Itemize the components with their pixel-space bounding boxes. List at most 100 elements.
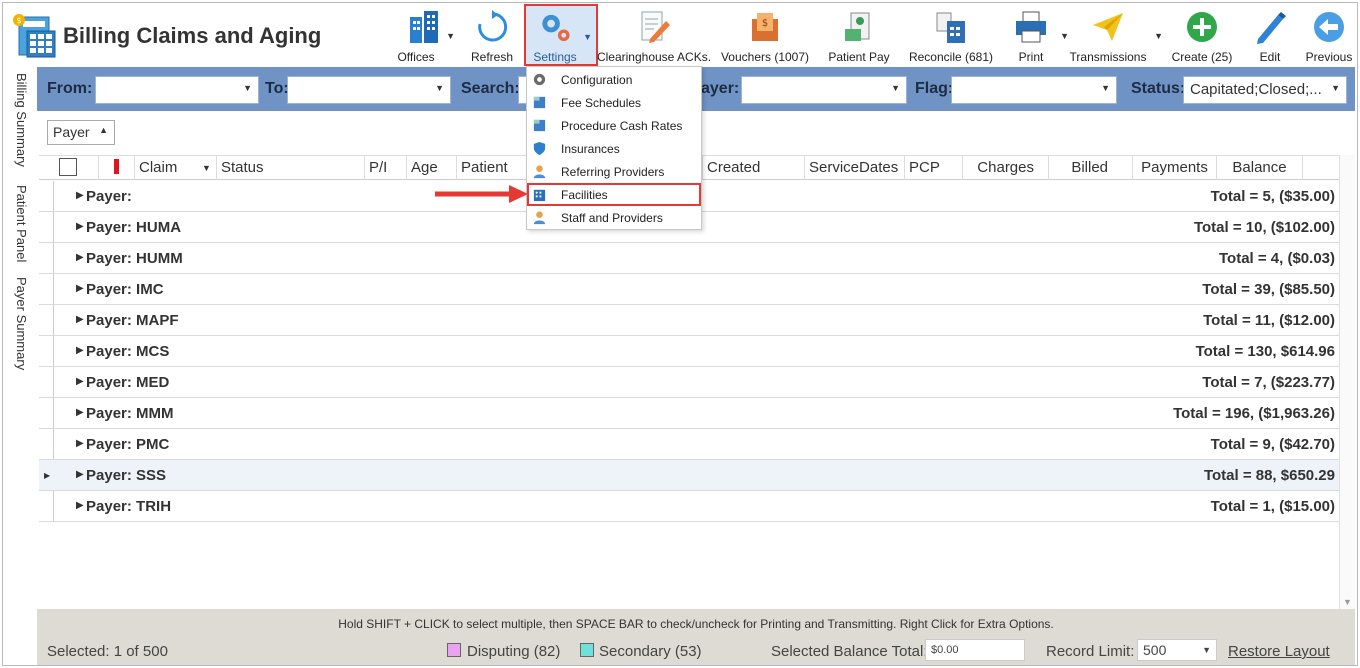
- refresh-button[interactable]: Refresh: [465, 5, 519, 65]
- menu-item-facilities[interactable]: Facilities: [527, 183, 701, 206]
- expand-arrow-icon[interactable]: ▶: [76, 376, 84, 387]
- menu-item-insurances[interactable]: Insurances: [527, 137, 701, 160]
- group-total: Total = 7, ($223.77): [1202, 374, 1335, 391]
- group-row[interactable]: ▶ Payer: TRIH Total = 1, ($15.00): [39, 491, 1339, 522]
- menu-item-label: Referring Providers: [561, 165, 665, 179]
- from-date-select[interactable]: ▼: [95, 76, 259, 104]
- col-pi[interactable]: P/I: [365, 156, 407, 180]
- chevron-down-icon[interactable]: ▼: [446, 31, 455, 41]
- edit-button[interactable]: Edit: [1243, 5, 1297, 65]
- refresh-icon: [478, 10, 508, 42]
- col-payments[interactable]: Payments: [1133, 156, 1217, 180]
- tab-payer-summary[interactable]: Payer Summary: [7, 277, 29, 370]
- expand-arrow-icon[interactable]: ▶: [76, 500, 84, 511]
- expand-arrow-icon[interactable]: ▶: [76, 283, 84, 294]
- group-row[interactable]: ▶ Payer: PMC Total = 9, ($42.70): [39, 429, 1339, 460]
- chevron-down-icon[interactable]: ▼: [1154, 31, 1163, 41]
- col-status-label: Status: [221, 159, 264, 176]
- menu-item-referring-providers[interactable]: Referring Providers: [527, 160, 701, 183]
- patient-pay-button[interactable]: Patient Pay: [825, 5, 893, 65]
- patient-pay-label: Patient Pay: [828, 50, 890, 64]
- menu-item-staff-and-providers[interactable]: Staff and Providers: [527, 206, 701, 229]
- expand-arrow-icon[interactable]: ▶: [76, 438, 84, 449]
- expand-arrow-icon[interactable]: ▶: [76, 407, 84, 418]
- col-service-dates[interactable]: ServiceDates: [805, 156, 905, 180]
- payer-select[interactable]: ▼: [741, 76, 907, 104]
- expand-arrow-icon[interactable]: ▶: [76, 190, 84, 201]
- clearinghouse-acks-button[interactable]: Clearinghouse ACKs.: [597, 5, 711, 65]
- tab-patient-panel[interactable]: Patient Panel: [7, 185, 29, 262]
- record-limit-label: Record Limit:: [1046, 643, 1135, 660]
- print-button[interactable]: Print ▼: [1007, 5, 1069, 65]
- menu-item-procedure-cash-rates[interactable]: Procedure Cash Rates: [527, 114, 701, 137]
- to-date-select[interactable]: ▼: [287, 76, 451, 104]
- group-label: Payer: SSS: [86, 467, 167, 484]
- refresh-label: Refresh: [470, 50, 514, 64]
- col-pcp[interactable]: PCP: [905, 156, 963, 180]
- expand-arrow-icon[interactable]: ▶: [76, 221, 84, 232]
- col-status[interactable]: Status: [217, 156, 365, 180]
- transmissions-button[interactable]: Transmissions ▼: [1070, 5, 1163, 65]
- offices-button[interactable]: Offices ▼: [393, 5, 455, 65]
- col-billed[interactable]: Billed: [1049, 156, 1133, 180]
- expand-arrow-icon[interactable]: ▶: [76, 314, 84, 325]
- group-label: Payer: MMM: [86, 405, 174, 422]
- chevron-down-icon[interactable]: ▼: [1060, 31, 1069, 41]
- vouchers-button[interactable]: $ Vouchers (1007): [719, 5, 811, 65]
- secondary-swatch: [580, 643, 594, 657]
- group-row[interactable]: ▶ Payer: HUMM Total = 4, ($0.03): [39, 243, 1339, 274]
- expand-arrow-icon[interactable]: ▶: [76, 252, 84, 263]
- col-created-label: Created: [707, 159, 761, 176]
- select-all-checkbox[interactable]: [59, 158, 77, 176]
- menu-item-label: Staff and Providers: [561, 211, 663, 225]
- scroll-down-icon[interactable]: ▼: [1343, 597, 1352, 607]
- group-label: Payer: HUMM: [86, 250, 183, 267]
- group-label: Payer: IMC: [86, 281, 164, 298]
- vertical-scrollbar[interactable]: ▼: [1339, 155, 1355, 609]
- group-row[interactable]: ▶ Payer: MAPF Total = 11, ($12.00): [39, 305, 1339, 336]
- previous-button[interactable]: Previous: [1301, 5, 1357, 65]
- record-limit-value: 500: [1143, 642, 1167, 658]
- group-row[interactable]: ▶ Payer: IMC Total = 39, ($85.50): [39, 274, 1339, 305]
- group-label: Payer: HUMA: [86, 219, 182, 236]
- group-total: Total = 5, ($35.00): [1210, 188, 1335, 205]
- callout-arrow-icon: [435, 185, 528, 203]
- group-row-selected[interactable]: ▶ ▶ Payer: SSS Total = 88, $650.29: [39, 460, 1339, 491]
- expand-arrow-icon[interactable]: ▶: [76, 469, 84, 480]
- disputing-legend: Disputing (82): [467, 643, 561, 660]
- previous-label: Previous: [1305, 50, 1353, 64]
- menu-item-fee-schedules[interactable]: Fee Schedules: [527, 91, 701, 114]
- expand-arrow-icon[interactable]: ▶: [76, 345, 84, 356]
- print-label: Print: [1018, 50, 1044, 64]
- flag-marker-icon: [114, 159, 119, 174]
- group-by-payer-chip[interactable]: Payer ▲: [47, 120, 115, 145]
- status-label: Status:: [1131, 80, 1186, 97]
- side-tab-strip: Billing Summary Patient Panel Payer Summ…: [7, 71, 31, 401]
- col-created[interactable]: Created: [703, 156, 805, 180]
- tab-billing-summary[interactable]: Billing Summary: [7, 73, 29, 167]
- group-label: Payer: MCS: [86, 343, 170, 360]
- chevron-down-icon[interactable]: ▼: [583, 32, 592, 42]
- col-balance[interactable]: Balance: [1217, 156, 1303, 180]
- shield-icon: [533, 141, 546, 156]
- group-row[interactable]: ▶ Payer: MMM Total = 196, ($1,963.26): [39, 398, 1339, 429]
- col-pi-label: P/I: [369, 159, 388, 176]
- col-charges[interactable]: Charges: [963, 156, 1049, 180]
- record-limit-select[interactable]: 500 ▼: [1137, 639, 1217, 661]
- status-select[interactable]: Capitated;Closed;... ▼: [1183, 76, 1347, 104]
- settings-button[interactable]: Settings ▼: [524, 4, 598, 66]
- chevron-down-icon[interactable]: ▼: [202, 163, 211, 173]
- menu-item-configuration[interactable]: Configuration: [527, 68, 701, 91]
- voucher-envelope-icon: $: [752, 13, 778, 41]
- flag-select[interactable]: ▼: [951, 76, 1117, 104]
- create-button[interactable]: Create (25): [1169, 5, 1235, 65]
- secondary-legend: Secondary (53): [599, 643, 702, 660]
- menu-item-label: Facilities: [561, 188, 608, 202]
- reconcile-button[interactable]: Reconcile (681): [907, 5, 995, 65]
- group-total: Total = 4, ($0.03): [1218, 250, 1335, 267]
- group-row[interactable]: ▶ Payer: MED Total = 7, ($223.77): [39, 367, 1339, 398]
- facility-building-icon: [533, 189, 546, 202]
- col-age[interactable]: Age: [407, 156, 457, 180]
- group-row[interactable]: ▶ Payer: MCS Total = 130, $614.96: [39, 336, 1339, 367]
- restore-layout-link[interactable]: Restore Layout: [1228, 643, 1330, 660]
